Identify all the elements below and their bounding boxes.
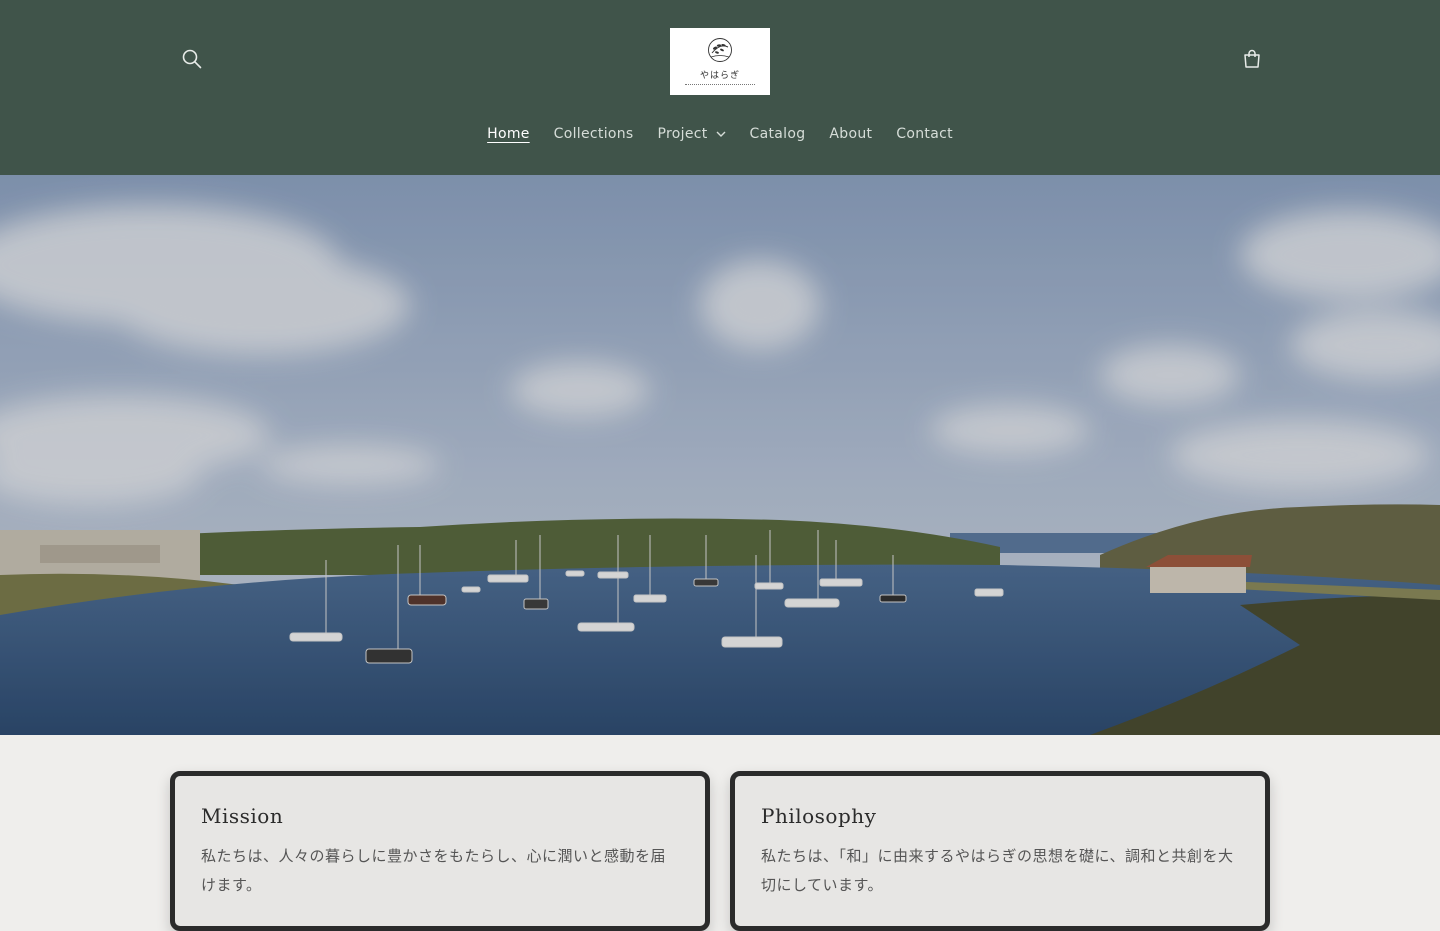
card-body: 私たちは、「和」に由来するやはらぎの思想を礎に、調和と共創を大切にしています。 bbox=[761, 847, 1234, 894]
chevron-down-icon bbox=[716, 131, 726, 137]
nav-item-contact[interactable]: Contact bbox=[884, 126, 965, 142]
harbor-photo bbox=[0, 175, 1440, 735]
site-logo[interactable]: やはらぎ bbox=[670, 28, 770, 95]
nav-item-about[interactable]: About bbox=[817, 126, 884, 142]
main-nav: Home Collections Project Catalog About C… bbox=[0, 118, 1440, 150]
cart-button[interactable] bbox=[1232, 41, 1272, 81]
leaf-emblem-icon bbox=[705, 37, 735, 67]
logo-tagline-line bbox=[685, 84, 755, 86]
card-title: Mission bbox=[201, 804, 284, 828]
nav-item-home[interactable]: Home bbox=[475, 126, 542, 142]
nav-item-catalog[interactable]: Catalog bbox=[738, 126, 818, 142]
card-title: Philosophy bbox=[761, 804, 877, 828]
info-cards: Mission 私たちは、人々の暮らしに豊かさをもたらし、心に潤いと感動を届けま… bbox=[170, 771, 1270, 931]
cart-icon bbox=[1241, 48, 1263, 74]
nav-item-project[interactable]: Project bbox=[646, 126, 738, 142]
mission-card: Mission 私たちは、人々の暮らしに豊かさをもたらし、心に潤いと感動を届けま… bbox=[170, 771, 710, 931]
card-body: 私たちは、人々の暮らしに豊かさをもたらし、心に潤いと感動を届けます。 bbox=[201, 847, 667, 894]
logo-wordmark: やはらぎ bbox=[699, 71, 740, 81]
philosophy-card: Philosophy 私たちは、「和」に由来するやはらぎの思想を礎に、調和と共創… bbox=[730, 771, 1270, 931]
nav-item-collections[interactable]: Collections bbox=[542, 126, 646, 142]
hero-banner-image bbox=[0, 175, 1440, 735]
search-icon bbox=[181, 48, 203, 74]
site-header: やはらぎ Home Collections Project Catalog Ab… bbox=[0, 0, 1440, 175]
search-button[interactable] bbox=[172, 41, 212, 81]
